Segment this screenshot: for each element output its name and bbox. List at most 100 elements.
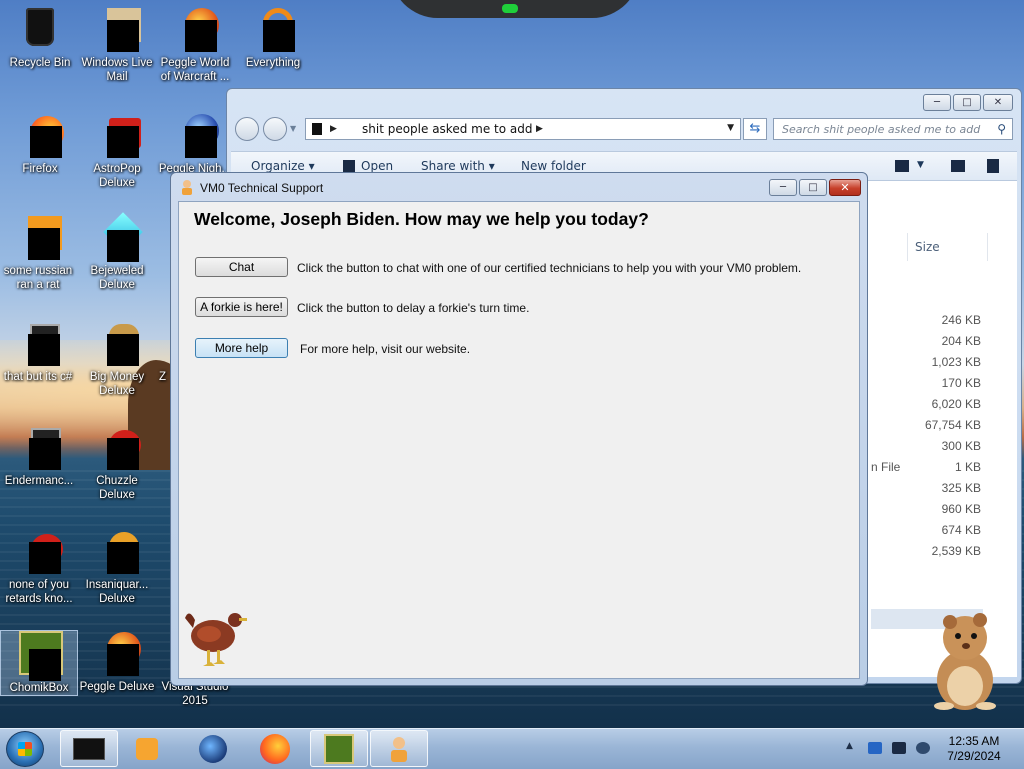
file-size: 960 KB bbox=[941, 502, 981, 516]
chat-button[interactable]: Chat bbox=[195, 257, 288, 277]
desktop-icon-label: Windows Live Mail bbox=[81, 57, 153, 83]
firefox-icon bbox=[260, 733, 290, 764]
back-button[interactable] bbox=[235, 117, 259, 141]
file-size: 1 KB bbox=[954, 460, 981, 474]
redacted-icon bbox=[30, 126, 62, 158]
column-divider[interactable] bbox=[907, 233, 908, 261]
redacted-icon bbox=[29, 542, 61, 574]
preview-pane-icon[interactable] bbox=[951, 160, 965, 172]
redacted-icon bbox=[107, 126, 139, 158]
close-button[interactable]: ✕ bbox=[829, 179, 861, 196]
redacted-icon bbox=[263, 20, 295, 52]
desktop-icon-peggle-nights[interactable]: Peggle Nigh... bbox=[156, 112, 234, 176]
new-folder-button[interactable]: New folder bbox=[521, 159, 586, 173]
taskbar-app-globe[interactable] bbox=[184, 730, 242, 767]
refresh-button[interactable]: ⇆ bbox=[743, 118, 767, 140]
minimize-button[interactable]: ─ bbox=[923, 94, 951, 111]
globe-icon bbox=[199, 734, 227, 763]
clock[interactable]: 12:35 AM 7/29/2024 bbox=[928, 734, 1020, 764]
desktop-icon-label: Z bbox=[158, 371, 166, 383]
desktop-icon-windows-live-mail[interactable]: Windows Live Mail bbox=[78, 6, 156, 84]
column-divider[interactable] bbox=[987, 233, 988, 261]
taskbar-vm0-support[interactable] bbox=[370, 730, 428, 767]
breadcrumb-arrow-icon[interactable]: ▶ bbox=[330, 124, 337, 134]
file-size: 325 KB bbox=[941, 481, 981, 495]
desktop-icon-some-russian[interactable]: some russian ran a rat bbox=[0, 214, 77, 292]
file-size: 674 KB bbox=[941, 523, 981, 537]
more-help-description: For more help, visit our website. bbox=[300, 342, 471, 356]
network-icon[interactable] bbox=[868, 742, 882, 754]
explorer-caption-buttons: ─ □ ✕ bbox=[923, 94, 1013, 111]
breadcrumb-arrow-icon[interactable]: ▶ bbox=[536, 124, 543, 134]
desktop-icon-label: ChomikBox bbox=[9, 682, 69, 694]
desktop-icon-endermanch[interactable]: Endermanc... bbox=[0, 424, 78, 488]
column-header-size[interactable]: Size bbox=[915, 240, 940, 254]
search-box[interactable]: Search shit people asked me to add ⚲ bbox=[773, 118, 1013, 140]
desktop-icon-label: Firefox bbox=[22, 163, 58, 175]
maximize-button[interactable]: □ bbox=[953, 94, 981, 111]
clock-date: 7/29/2024 bbox=[947, 749, 1001, 763]
redacted-icon bbox=[107, 438, 139, 470]
taskbar-media-player[interactable] bbox=[118, 730, 176, 767]
open-icon bbox=[343, 160, 355, 172]
taskbar-chomikbox[interactable] bbox=[310, 730, 368, 767]
start-button[interactable] bbox=[6, 731, 44, 767]
search-icon[interactable]: ⚲ bbox=[997, 122, 1006, 136]
desktop-icon-label: Recycle Bin bbox=[9, 57, 71, 69]
show-hidden-icons-icon[interactable]: ▲ bbox=[846, 741, 853, 751]
file-size: 300 KB bbox=[941, 439, 981, 453]
redacted-icon bbox=[28, 228, 60, 260]
forkie-button[interactable]: A forkie is here! bbox=[195, 297, 288, 317]
dialog-title: VM0 Technical Support bbox=[200, 181, 324, 195]
desktop-gadget bbox=[390, 0, 640, 18]
more-help-button[interactable]: More help bbox=[195, 338, 288, 358]
display-icon[interactable] bbox=[892, 742, 906, 754]
redacted-icon bbox=[28, 334, 60, 366]
recent-pages-icon[interactable]: ▼ bbox=[290, 124, 296, 133]
desktop-icon-everything[interactable]: Everything bbox=[234, 6, 312, 70]
desktop-icon-peggle-deluxe[interactable]: Peggle Deluxe bbox=[78, 630, 156, 694]
address-dropdown-icon[interactable]: ▼ bbox=[727, 123, 734, 133]
support-dialog[interactable]: VM0 Technical Support ─ □ ✕ Welcome, Jos… bbox=[170, 172, 868, 686]
media-player-icon bbox=[136, 737, 158, 760]
taskbar-explorer[interactable] bbox=[60, 730, 118, 767]
desktop-icon-firefox[interactable]: Firefox bbox=[1, 112, 79, 176]
desktop-icon-partial[interactable]: Z bbox=[128, 320, 168, 384]
maximize-button[interactable]: □ bbox=[799, 179, 827, 196]
welcome-heading: Welcome, Joseph Biden. How may we help y… bbox=[194, 209, 649, 229]
views-icon[interactable] bbox=[895, 160, 909, 172]
redacted-icon bbox=[185, 126, 217, 158]
share-with-menu[interactable]: Share with ▾ bbox=[421, 159, 495, 173]
taskbar-firefox[interactable] bbox=[246, 730, 304, 767]
desktop-icon-peggle-wow[interactable]: Peggle World of Warcraft ... bbox=[156, 6, 234, 84]
redacted-icon bbox=[29, 438, 61, 470]
help-icon[interactable] bbox=[987, 159, 999, 173]
desktop-icon-astropop[interactable]: AstroPop Deluxe bbox=[78, 112, 156, 190]
desktop[interactable]: Recycle Bin Firefox some russian ran a r… bbox=[0, 0, 1024, 728]
desktop-icon-label: AstroPop Deluxe bbox=[93, 163, 141, 189]
forward-button[interactable] bbox=[263, 117, 287, 141]
dialog-caption-buttons: ─ □ ✕ bbox=[769, 179, 861, 196]
desktop-icon-chomikbox[interactable]: ChomikBox bbox=[0, 630, 78, 696]
open-button[interactable]: Open bbox=[343, 159, 393, 173]
organize-menu[interactable]: Organize ▾ bbox=[251, 159, 315, 173]
taskbar: ▲ 12:35 AM 7/29/2024 bbox=[0, 728, 1024, 769]
clock-time: 12:35 AM bbox=[948, 734, 1000, 748]
desktop-icon-label: Insaniquar... Deluxe bbox=[85, 579, 149, 605]
redacted-icon bbox=[107, 644, 139, 676]
address-bar[interactable]: ▶ shit people asked me to add ▶ ▼ bbox=[305, 118, 741, 140]
address-path[interactable]: shit people asked me to add bbox=[362, 122, 532, 136]
desktop-icon-label: some russian ran a rat bbox=[3, 265, 73, 291]
recycle-bin-icon bbox=[26, 8, 54, 46]
desktop-icon-insaniquarium[interactable]: Insaniquar... Deluxe bbox=[78, 528, 156, 606]
folder-icon bbox=[73, 737, 105, 760]
desktop-icon-none-of-you[interactable]: none of you retards kno... bbox=[0, 528, 78, 606]
forkie-description: Click the button to delay a forkie's tur… bbox=[297, 301, 530, 315]
desktop-icon-recycle-bin[interactable]: Recycle Bin bbox=[1, 6, 79, 70]
views-dropdown-icon[interactable]: ▼ bbox=[917, 160, 924, 170]
desktop-icon-chuzzle[interactable]: Chuzzle Deluxe bbox=[78, 424, 156, 502]
desktop-icon-that-but-csharp[interactable]: that but its c# bbox=[0, 320, 77, 384]
desktop-icon-bejeweled[interactable]: Bejeweled Deluxe bbox=[78, 212, 156, 292]
close-button[interactable]: ✕ bbox=[983, 94, 1013, 111]
minimize-button[interactable]: ─ bbox=[769, 179, 797, 196]
